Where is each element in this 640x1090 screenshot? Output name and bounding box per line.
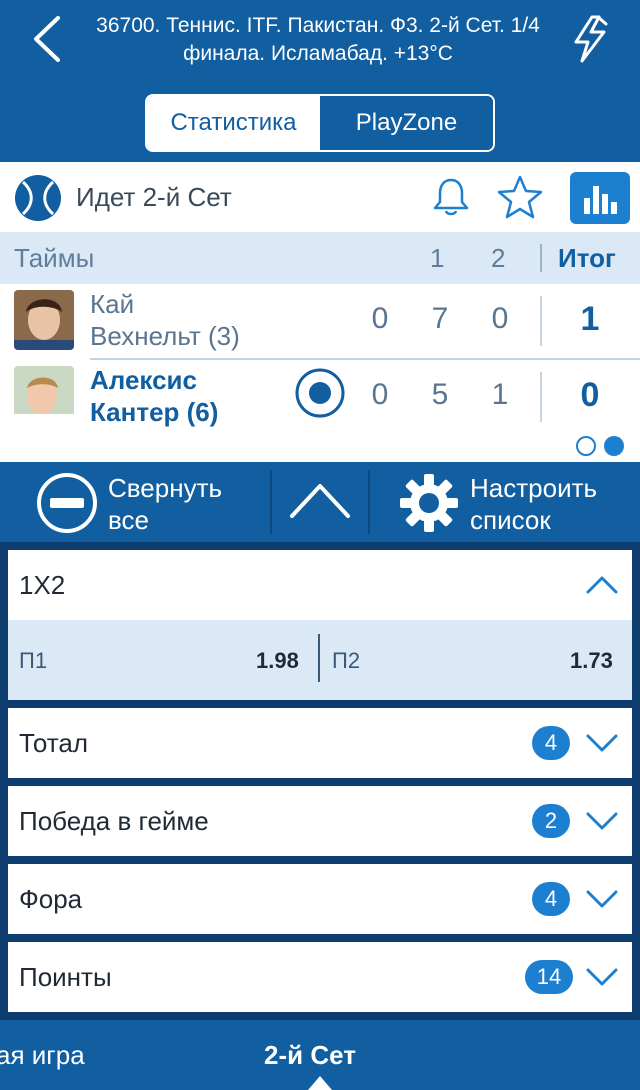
player-row: Алексис Кантер (6) 0 5 1 0 <box>0 360 640 434</box>
player-score: 0 <box>371 378 389 411</box>
bell-icon[interactable] <box>430 176 472 218</box>
market-title: Победа в гейме <box>19 806 209 836</box>
player-name: Кай Вехнельт (3) <box>90 289 240 351</box>
market-title: Фора <box>19 884 83 914</box>
toolbar-divider <box>270 470 272 534</box>
toolbar-divider <box>368 470 370 534</box>
odds-label-p2[interactable]: П2 <box>332 648 360 674</box>
view-switcher: Статистика PlayZone <box>145 94 495 152</box>
total-label: Итог <box>558 243 616 273</box>
market-1x2: 1X2 П1 1.98 П2 1.73 <box>8 550 632 700</box>
period-tab-bar: ая игра 2-й Сет <box>0 1020 640 1090</box>
page-dot-active[interactable] <box>604 436 625 456</box>
player-score: 0 <box>371 302 389 335</box>
chevron-left-icon[interactable] <box>30 14 64 64</box>
bar-chart-icon <box>584 186 617 214</box>
tab-current-set[interactable]: 2-й Сет <box>264 1040 356 1071</box>
odds-divider <box>318 634 320 682</box>
market-title: 1X2 <box>19 570 66 600</box>
odds-value-p2[interactable]: 1.73 <box>570 648 613 674</box>
tab-statistics[interactable]: Статистика <box>147 96 320 150</box>
market-count-badge: 4 <box>532 882 570 916</box>
player-total: 1 <box>580 300 600 338</box>
star-icon[interactable] <box>496 174 544 220</box>
player-total: 0 <box>580 376 600 414</box>
page-indicator <box>572 436 625 461</box>
chevron-up-icon[interactable] <box>288 478 352 522</box>
player-row: Кай Вехнельт (3) 0 7 0 1 <box>0 284 640 358</box>
market-count-badge: 2 <box>532 804 570 838</box>
collapse-all-icon[interactable] <box>36 472 98 534</box>
serving-indicator-icon <box>295 368 345 418</box>
top-bar: 36700. Теннис. ITF. Пакистан. Ф3. 2-й Се… <box>0 0 640 162</box>
bar-chart-button[interactable] <box>570 172 630 224</box>
periods-label: Таймы <box>14 243 95 273</box>
event-title: 36700. Теннис. ITF. Пакистан. Ф3. 2-й Се… <box>96 14 540 65</box>
chevron-down-icon[interactable] <box>584 728 620 758</box>
player-score: 7 <box>431 302 449 335</box>
market-points[interactable]: Поинты 14 <box>8 942 632 1012</box>
score-divider <box>540 296 542 346</box>
market-title: Тотал <box>19 728 88 758</box>
periods-divider <box>540 244 542 272</box>
page-dot[interactable] <box>576 436 596 456</box>
tab-playzone[interactable]: PlayZone <box>320 96 493 150</box>
match-status-row: Идет 2-й Сет <box>0 162 640 232</box>
market-header[interactable]: 1X2 <box>8 550 632 620</box>
player-avatar <box>14 290 74 350</box>
gear-icon[interactable] <box>398 472 460 534</box>
market-title: Поинты <box>19 962 112 992</box>
active-tab-indicator <box>308 1076 332 1090</box>
market-total[interactable]: Тотал 4 <box>8 708 632 778</box>
chevron-down-icon[interactable] <box>584 884 620 914</box>
market-handicap[interactable]: Фора 4 <box>8 864 632 934</box>
odds-row: П1 1.98 П2 1.73 <box>8 620 632 700</box>
scoreboard: Идет 2-й Сет Таймы 1 2 Итог Кай Вехнельт… <box>0 162 640 462</box>
score-divider <box>540 372 542 422</box>
chevron-down-icon[interactable] <box>584 806 620 836</box>
market-count-badge: 4 <box>532 726 570 760</box>
tab-previous-game[interactable]: ая игра <box>0 1040 85 1071</box>
lightning-icon[interactable] <box>570 14 610 64</box>
player-score: 1 <box>491 378 509 411</box>
period-col-2: 2 <box>491 243 506 273</box>
chevron-up-icon[interactable] <box>584 570 620 600</box>
match-status: Идет 2-й Сет <box>76 182 232 212</box>
tennis-ball-icon <box>15 175 61 221</box>
player-name: Алексис Кантер (6) <box>90 365 219 427</box>
player-avatar <box>14 366 74 426</box>
collapse-all-button[interactable]: Свернуть все <box>108 472 222 536</box>
player-score: 0 <box>491 302 509 335</box>
period-col-1: 1 <box>430 243 445 273</box>
periods-header: Таймы 1 2 Итог <box>0 232 640 284</box>
configure-list-button[interactable]: Настроить список <box>470 472 597 536</box>
markets-toolbar: Свернуть все Настроить список <box>0 462 640 542</box>
market-count-badge: 14 <box>525 960 573 994</box>
market-game-win[interactable]: Победа в гейме 2 <box>8 786 632 856</box>
chevron-down-icon[interactable] <box>584 962 620 992</box>
odds-value-p1[interactable]: 1.98 <box>256 648 299 674</box>
player-score: 5 <box>431 378 449 411</box>
odds-label-p1[interactable]: П1 <box>19 648 47 674</box>
